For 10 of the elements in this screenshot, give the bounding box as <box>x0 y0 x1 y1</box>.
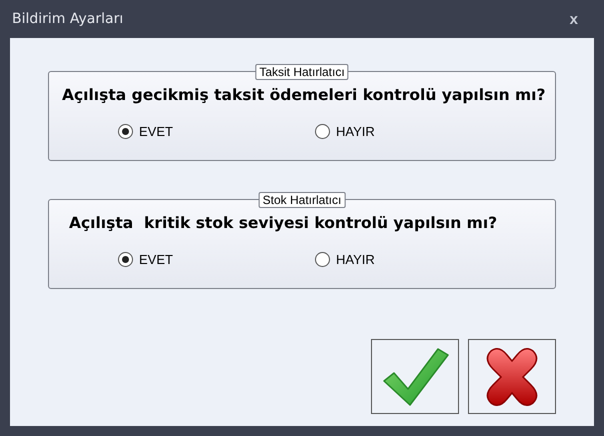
question-text: Açılışta gecikmiş taksit ödemeleri kontrolü yapılsın mı? <box>62 86 546 104</box>
question-text: Açılışta kritik stok seviyesi kontrolü yapılsın mı? <box>69 214 498 232</box>
radio-option[interactable]: HAYIR <box>315 250 375 270</box>
group-legend: Stok Hatırlatıcı <box>258 192 346 208</box>
radio-option[interactable]: HAYIR <box>315 122 375 142</box>
close-button[interactable]: x <box>570 12 578 26</box>
radio-option[interactable]: EVET <box>118 122 315 142</box>
radio-option[interactable]: EVET <box>118 250 315 270</box>
group-legend: Taksit Hatırlatıcı <box>255 64 349 80</box>
window-title: Bildirim Ayarları <box>12 10 124 28</box>
